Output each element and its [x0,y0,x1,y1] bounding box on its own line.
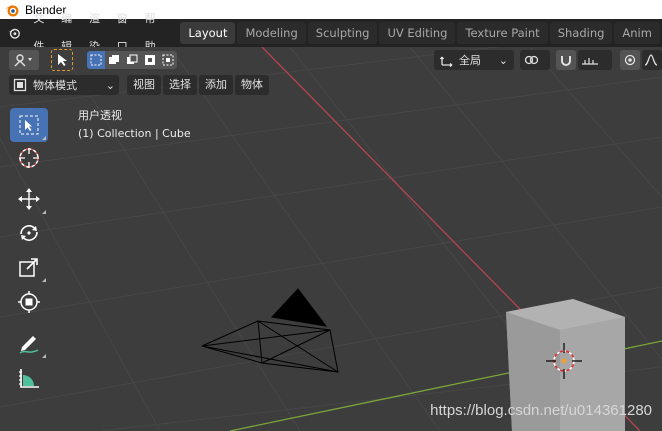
cursor-target-icon [19,148,39,168]
viewport-grid [0,47,662,431]
tool-select-box[interactable] [10,108,48,142]
proportional-edit-icon [624,54,636,66]
object-mode-icon [13,78,27,92]
collection-info-label: (1) Collection | Cube [78,127,191,140]
top-menubar: 文件 编辑 渲染 窗口 帮助 Layout Modeling Sculpting… [0,12,662,53]
tool-rotate[interactable] [10,216,48,250]
select-mode-button[interactable] [51,49,73,71]
viewport-header-top: 全局 ⌄ [0,47,662,73]
select-subtract-icon[interactable] [123,51,141,69]
tool-cursor[interactable] [10,141,48,175]
tab-animation[interactable]: Anim [614,22,660,44]
menu-view[interactable]: 视图 [127,75,161,95]
rotate-icon [20,225,38,241]
cursor-arrow-icon [58,54,67,66]
select-invert-icon[interactable] [141,51,159,69]
select-new-icon[interactable] [87,51,105,69]
chevron-down-icon: ⌄ [498,53,508,67]
header-right-controls: 全局 ⌄ [434,47,662,73]
snap-toggle[interactable] [556,50,576,70]
view-name-label: 用户透视 [78,109,122,122]
chevron-down-icon: ⌄ [105,78,115,92]
editor-type-button[interactable] [9,50,39,70]
falloff-select[interactable] [642,50,662,70]
move-arrows-icon [18,188,40,210]
scale-icon [19,258,38,277]
select-box-icon [19,115,39,135]
select-intersect-icon[interactable] [159,51,177,69]
3d-viewport-icon [14,54,32,67]
pivot-point-select[interactable] [520,50,550,70]
measure-ruler-icon [19,369,39,388]
tab-texture-paint[interactable]: Texture Paint [457,22,548,44]
tab-layout[interactable]: Layout [180,22,236,44]
transform-orientation-label: 全局 [459,54,481,67]
tab-sculpting[interactable]: Sculpting [307,22,378,44]
watermark-text: https://blog.csdn.net/u014361280 [430,402,652,419]
tab-modeling[interactable]: Modeling [237,22,306,44]
tab-shading[interactable]: Shading [549,22,613,44]
mode-label: 物体模式 [33,79,77,92]
menu-add[interactable]: 添加 [199,75,233,95]
annotate-pencil-icon [19,336,39,354]
orientation-icon [440,56,453,67]
tool-annotate[interactable] [10,326,48,360]
pivot-link-icon [524,55,539,65]
3d-viewport[interactable] [0,47,662,431]
object-mode-select[interactable]: 物体模式 ⌄ [9,75,119,95]
blender-logo-icon [5,4,19,16]
tool-transform[interactable] [10,285,48,319]
tool-move[interactable] [10,182,48,216]
snap-increment-icon [582,58,598,65]
proportional-edit-toggle[interactable] [620,50,640,70]
workspace-tabs: Layout Modeling Sculpting UV Editing Tex… [180,22,662,44]
tool-measure[interactable] [10,361,48,395]
snap-target-select[interactable] [578,50,612,70]
select-extend-icon[interactable] [105,51,123,69]
tool-scale[interactable] [10,250,48,284]
magnet-icon [561,56,571,66]
camera-object[interactable] [201,288,339,373]
falloff-curve-icon [644,54,658,66]
transform-orientation-select[interactable]: 全局 ⌄ [434,50,514,70]
selection-mode-group [87,51,177,69]
blender-menu-icon[interactable] [7,23,21,43]
viewport-header-bottom: 物体模式 ⌄ 视图 选择 添加 物体 [0,73,662,97]
menu-select[interactable]: 选择 [163,75,197,95]
transform-icon [18,291,40,313]
tab-uv-editing[interactable]: UV Editing [379,22,456,44]
menu-object[interactable]: 物体 [235,75,269,95]
